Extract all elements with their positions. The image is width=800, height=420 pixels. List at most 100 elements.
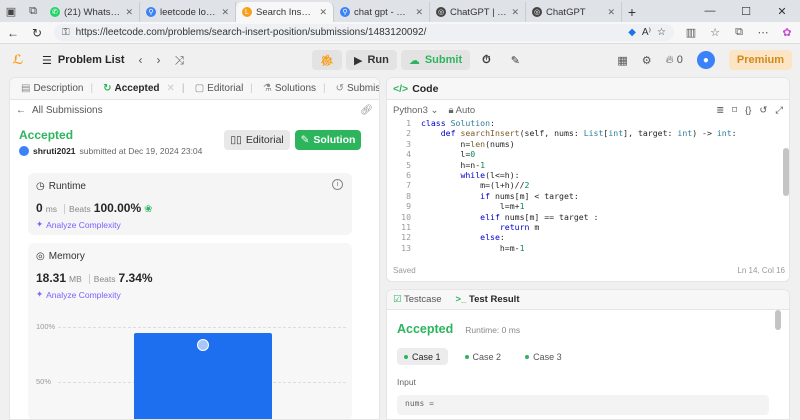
solution-button[interactable]: ✎ Solution	[295, 130, 361, 150]
extension-icon[interactable]: ◆	[628, 27, 636, 38]
read-aloud-icon[interactable]: A⁾	[642, 27, 651, 38]
arrow-left-icon: ←	[16, 104, 26, 116]
copilot-icon[interactable]: ✿	[780, 26, 794, 39]
runtime-card[interactable]: ◷ Runtime i 0 ms Beats 100.00% ❀ ✦ Analy…	[28, 173, 352, 235]
code-line[interactable]: 7 m=(l+h)//2	[387, 180, 783, 190]
streak-count[interactable]: 🔥︎ 0	[666, 54, 683, 67]
browser-tab-strip: ▣ ⧉ ✆(21) WhatsApp✕⚲leetcode login - S✕L…	[0, 0, 800, 22]
new-tab-button[interactable]: +	[622, 2, 642, 22]
reload-icon[interactable]: ↻	[30, 26, 44, 40]
site-info-icon[interactable]: ⚿	[62, 27, 70, 38]
code-line[interactable]: 2 def searchInsert(self, nums: List[int]…	[387, 128, 783, 138]
favorite-star-icon[interactable]: ☆	[657, 27, 666, 38]
browser-tab[interactable]: ✆ (21) WhatsApp ✕	[44, 2, 140, 22]
split-screen-icon[interactable]: ▥	[684, 26, 698, 39]
code-editor[interactable]: 1 class Solution: 2 def searchInsert(self,…	[387, 118, 783, 254]
submit-button[interactable]: ☁ Submit	[400, 50, 471, 70]
code-line[interactable]: 4 l=0	[387, 149, 783, 159]
close-tab-icon[interactable]: ✕	[319, 7, 327, 18]
browser-tab[interactable]: L Search Insert Posi ✕	[236, 2, 334, 22]
saved-status: Saved	[393, 265, 416, 275]
line-number: 6	[406, 169, 411, 180]
sparkle-icon: ✦	[36, 219, 44, 229]
url-field[interactable]: ⚿ https://leetcode.com/problems/search-i…	[54, 24, 674, 41]
settings-icon[interactable]: ⚙	[642, 54, 652, 67]
tab-accepted[interactable]: ↻ Accepted ✕ |	[98, 83, 190, 94]
tab-icon: ▤	[21, 83, 31, 94]
layout-icon[interactable]: ▦	[617, 54, 627, 67]
run-button[interactable]: ▶ Run	[345, 50, 397, 70]
editorial-button[interactable]: ▯▯ Editorial	[224, 130, 290, 150]
premium-button[interactable]: Premium	[728, 50, 792, 70]
code-line[interactable]: 1 class Solution:	[387, 118, 783, 128]
browser-tab[interactable]: ⚲ chat gpt - Search ✕	[334, 2, 430, 22]
tab-solutions[interactable]: ⚗ Solutions |	[258, 83, 331, 94]
case-tab[interactable]: Case 1	[397, 348, 448, 365]
timer-button[interactable]: ⏱︎	[474, 50, 499, 70]
code-line[interactable]: 8 if nums[m] < target:	[387, 191, 783, 201]
code-line[interactable]: 3 n=len(nums)	[387, 139, 783, 149]
fullscreen-icon[interactable]: ⤢	[775, 105, 783, 116]
code-line[interactable]: 9 l=m+1	[387, 201, 783, 211]
collections-icon[interactable]: ⧉	[732, 26, 746, 39]
braces-icon[interactable]: {}	[745, 105, 751, 116]
code-line[interactable]: 13 h=m-1	[387, 243, 783, 253]
username[interactable]: shruti2021	[33, 146, 76, 156]
debug-button[interactable]: 🐞︎	[312, 50, 342, 70]
code-line[interactable]: 10 elif nums[m] == target :	[387, 212, 783, 222]
bookmark-icon[interactable]: ⌑	[732, 105, 737, 116]
code-line[interactable]: 6 while(l<=h):	[387, 170, 783, 180]
problem-list-button[interactable]: ☰ Problem List	[42, 54, 125, 67]
analyze-complexity-link[interactable]: ✦ Analyze Complexity	[36, 289, 121, 300]
close-tab-icon[interactable]: ✕	[607, 7, 615, 18]
close-window-icon[interactable]: ✕	[764, 0, 800, 22]
language-select[interactable]: Python3 ⌄	[393, 105, 438, 116]
case-tab[interactable]: Case 2	[458, 348, 509, 365]
tab-test-result[interactable]: >_ Test Result	[456, 294, 520, 305]
close-tab-icon[interactable]: ✕	[125, 7, 133, 18]
close-tab-icon[interactable]: ✕	[415, 7, 423, 18]
auto-mode-toggle[interactable]: 🔒︎ Auto	[448, 105, 475, 116]
tab-submissions[interactable]: ↺Submissions	[331, 83, 379, 94]
tab-actions-icon[interactable]: ⧉	[22, 0, 44, 22]
shuffle-icon[interactable]: ⤨	[175, 53, 185, 68]
code-line[interactable]: 12 else:	[387, 232, 783, 242]
edit-icon: ✎	[300, 134, 310, 146]
next-problem-icon[interactable]: ›	[157, 53, 161, 68]
close-tab-icon[interactable]: ✕	[167, 83, 175, 94]
user-position-avatar	[197, 338, 209, 351]
favorites-icon[interactable]: ☆	[708, 26, 722, 39]
tab-description[interactable]: ▤ Description |	[16, 83, 98, 94]
minimize-icon[interactable]: —	[692, 0, 728, 22]
test-scrollbar[interactable]	[775, 310, 781, 330]
sparkle-icon: ✦	[36, 289, 44, 299]
close-tab-icon[interactable]: ✕	[221, 7, 229, 18]
window-menu-icon[interactable]: ▣	[0, 0, 22, 22]
code-line[interactable]: 11 return m	[387, 222, 783, 232]
back-icon[interactable]: ←	[6, 26, 20, 40]
reset-icon[interactable]: ↺	[759, 105, 767, 116]
tab-testcase[interactable]: ☑ Testcase	[393, 294, 442, 305]
memory-card[interactable]: ◎ Memory 18.31 MB Beats 7.34% ✦ Analyze …	[28, 243, 352, 419]
analyze-complexity-link[interactable]: ✦ Analyze Complexity	[36, 219, 121, 230]
close-tab-icon[interactable]: ✕	[511, 7, 519, 18]
maximize-icon[interactable]: ☐	[728, 0, 764, 22]
tab-editorial[interactable]: ▢ Editorial |	[190, 83, 258, 94]
code-scrollbar[interactable]	[783, 148, 789, 196]
user-avatar[interactable]: ●	[696, 51, 715, 69]
code-line[interactable]: 5 h=n-1	[387, 160, 783, 170]
browser-tab[interactable]: ⚲ leetcode login - S✕	[140, 2, 236, 22]
browser-menu-icon[interactable]: ⋯	[756, 26, 770, 39]
share-link-icon[interactable]: 🔗︎	[360, 105, 373, 116]
format-icon[interactable]: ≣	[716, 105, 724, 116]
leetcode-logo-icon[interactable]: ℒ	[10, 52, 26, 68]
all-submissions-link[interactable]: ← All Submissions 🔗︎	[10, 100, 379, 120]
info-icon[interactable]: i	[332, 179, 343, 190]
prev-problem-icon[interactable]: ‹	[139, 53, 143, 68]
notes-button[interactable]: ✎	[503, 50, 528, 70]
browser-tab[interactable]: ◎ ChatGPT ✕	[526, 2, 622, 22]
line-number: 5	[406, 159, 411, 170]
browser-tab[interactable]: ◎ ChatGPT | OpenA ✕	[430, 2, 526, 22]
case-tab[interactable]: Case 3	[518, 348, 569, 365]
code-panel: </> Code Python3 ⌄ 🔒︎ Auto ≣ ⌑ {} ↺ ⤢ 1c…	[386, 77, 790, 282]
